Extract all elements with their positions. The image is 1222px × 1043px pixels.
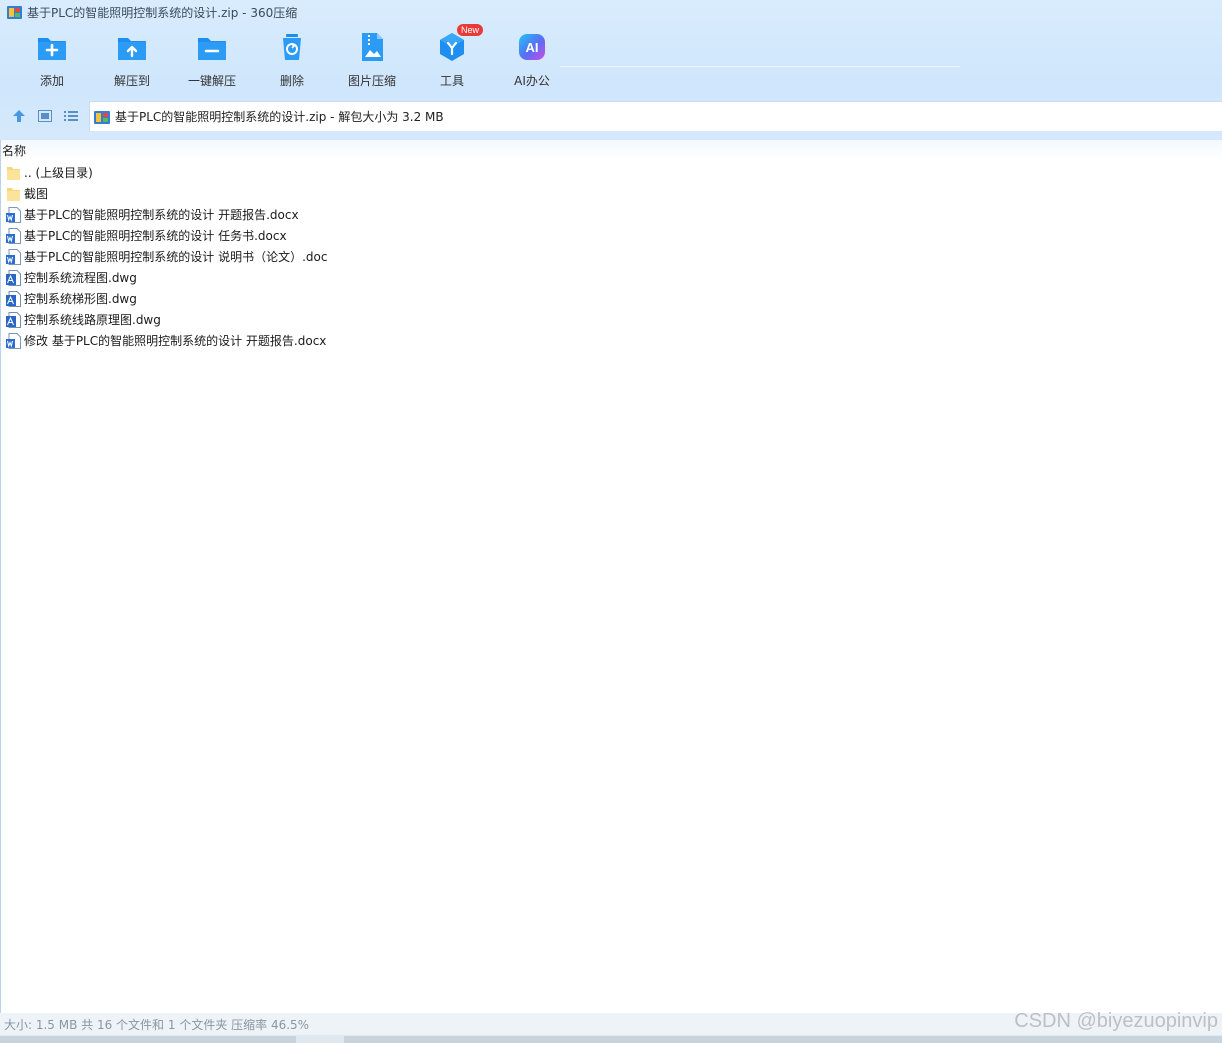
list-item-file[interactable]: 修改 基于PLC的智能照明控制系统的设计 开题报告.docx <box>1 330 1222 351</box>
zip-archive-icon <box>94 109 111 125</box>
address-text: 基于PLC的智能照明控制系统的设计.zip - 解包大小为 3.2 MB <box>115 110 444 124</box>
list-item-file[interactable]: 基于PLC的智能照明控制系统的设计 开题报告.docx <box>1 204 1222 225</box>
list-item-folder[interactable]: 截图 <box>1 183 1222 204</box>
navigation-row: 基于PLC的智能照明控制系统的设计.zip - 解包大小为 3.2 MB <box>0 101 1222 131</box>
thumbnail-view-button[interactable] <box>32 101 58 131</box>
status-text: 大小: 1.5 MB 共 16 个文件和 1 个文件夹 压缩率 46.5% <box>4 1017 310 1032</box>
file-name: 基于PLC的智能照明控制系统的设计 说明书（论文）.doc <box>24 250 328 264</box>
column-header-name[interactable]: 名称 <box>1 140 1222 160</box>
file-name: .. (上级目录) <box>24 166 93 180</box>
list-item-file[interactable]: 基于PLC的智能照明控制系统的设计 说明书（论文）.doc <box>1 246 1222 267</box>
window-title: 基于PLC的智能照明控制系统的设计.zip - 360压缩 <box>27 5 298 20</box>
archive-window: 基于PLC的智能照明控制系统的设计.zip - 360压缩 添加 解压到 一键解… <box>0 0 1222 1043</box>
ai-office-icon: AI <box>515 30 549 64</box>
add-label: 添加 <box>39 74 64 88</box>
word-document-icon <box>6 227 21 244</box>
image-compress-icon <box>355 30 389 64</box>
app-icon <box>7 5 22 19</box>
word-document-icon <box>6 332 21 349</box>
add-icon <box>35 30 69 64</box>
list-item-file[interactable]: 控制系统梯形图.dwg <box>1 288 1222 309</box>
image-compress-button[interactable]: 图片压缩 <box>332 30 412 94</box>
header-area: 基于PLC的智能照明控制系统的设计.zip - 360压缩 添加 解压到 一键解… <box>0 0 1222 140</box>
extract-to-label: 解压到 <box>113 74 150 88</box>
arrow-up-icon <box>13 110 25 122</box>
word-document-icon <box>6 248 21 265</box>
watermark: CSDN @biyezuopinvip <box>1014 1010 1218 1032</box>
ai-icon-text: AI <box>526 40 539 55</box>
list-item-file[interactable]: 控制系统流程图.dwg <box>1 267 1222 288</box>
dwg-file-icon <box>6 311 21 328</box>
extract-to-icon <box>115 30 149 64</box>
title-bar: 基于PLC的智能照明控制系统的设计.zip - 360压缩 <box>0 0 1222 24</box>
scrollbar-segment[interactable] <box>344 1036 1222 1043</box>
up-button[interactable] <box>6 101 32 131</box>
delete-icon <box>275 30 309 64</box>
delete-button[interactable]: 删除 <box>252 30 332 94</box>
toolbar-divider <box>560 66 960 67</box>
file-name: 控制系统梯形图.dwg <box>24 292 137 306</box>
extract-to-button[interactable]: 解压到 <box>92 30 172 94</box>
column-name-label: 名称 <box>2 143 27 158</box>
file-name: 修改 基于PLC的智能照明控制系统的设计 开题报告.docx <box>24 334 327 348</box>
list-view-button[interactable] <box>58 101 84 131</box>
one-click-extract-icon <box>195 30 229 64</box>
nav-buttons <box>0 101 88 131</box>
scrollbar-segment[interactable] <box>0 1036 296 1043</box>
toolbar: 添加 解压到 一键解压 删除 图片压缩 New 工具 AI AI办公 <box>12 24 572 94</box>
folder-icon <box>6 165 21 181</box>
word-document-icon <box>6 206 21 223</box>
thumbnail-view-icon <box>38 110 52 122</box>
list-item-file[interactable]: 基于PLC的智能照明控制系统的设计 任务书.docx <box>1 225 1222 246</box>
list-view-icon <box>64 111 78 121</box>
new-badge: New <box>456 24 483 36</box>
tools-label: 工具 <box>439 74 464 88</box>
image-compress-label: 图片压缩 <box>347 74 396 88</box>
one-click-extract-button[interactable]: 一键解压 <box>172 30 252 94</box>
list-item-file[interactable]: 控制系统线路原理图.dwg <box>1 309 1222 330</box>
ai-office-label: AI办公 <box>514 74 550 88</box>
delete-label: 删除 <box>279 74 304 88</box>
file-name: 基于PLC的智能照明控制系统的设计 任务书.docx <box>24 229 287 243</box>
folder-icon <box>6 186 21 202</box>
dwg-file-icon <box>6 269 21 286</box>
list-item-parent-directory[interactable]: .. (上级目录) <box>1 162 1222 183</box>
file-list: 名称 .. (上级目录) 截图 基于PLC的智能照明控制系统的设计 开题报告.d… <box>0 140 1222 1013</box>
tools-icon: New <box>435 24 483 64</box>
file-name: 基于PLC的智能照明控制系统的设计 开题报告.docx <box>24 208 299 222</box>
file-rows: .. (上级目录) 截图 基于PLC的智能照明控制系统的设计 开题报告.docx… <box>1 160 1222 351</box>
ai-office-button[interactable]: AI AI办公 <box>492 30 572 94</box>
address-bar[interactable]: 基于PLC的智能照明控制系统的设计.zip - 解包大小为 3.2 MB <box>89 101 1222 131</box>
tools-button[interactable]: New 工具 <box>412 24 492 94</box>
file-name: 控制系统线路原理图.dwg <box>24 313 161 327</box>
add-button[interactable]: 添加 <box>12 30 92 94</box>
file-name: 控制系统流程图.dwg <box>24 271 137 285</box>
one-click-extract-label: 一键解压 <box>187 74 236 88</box>
file-name: 截图 <box>24 187 49 201</box>
dwg-file-icon <box>6 290 21 307</box>
